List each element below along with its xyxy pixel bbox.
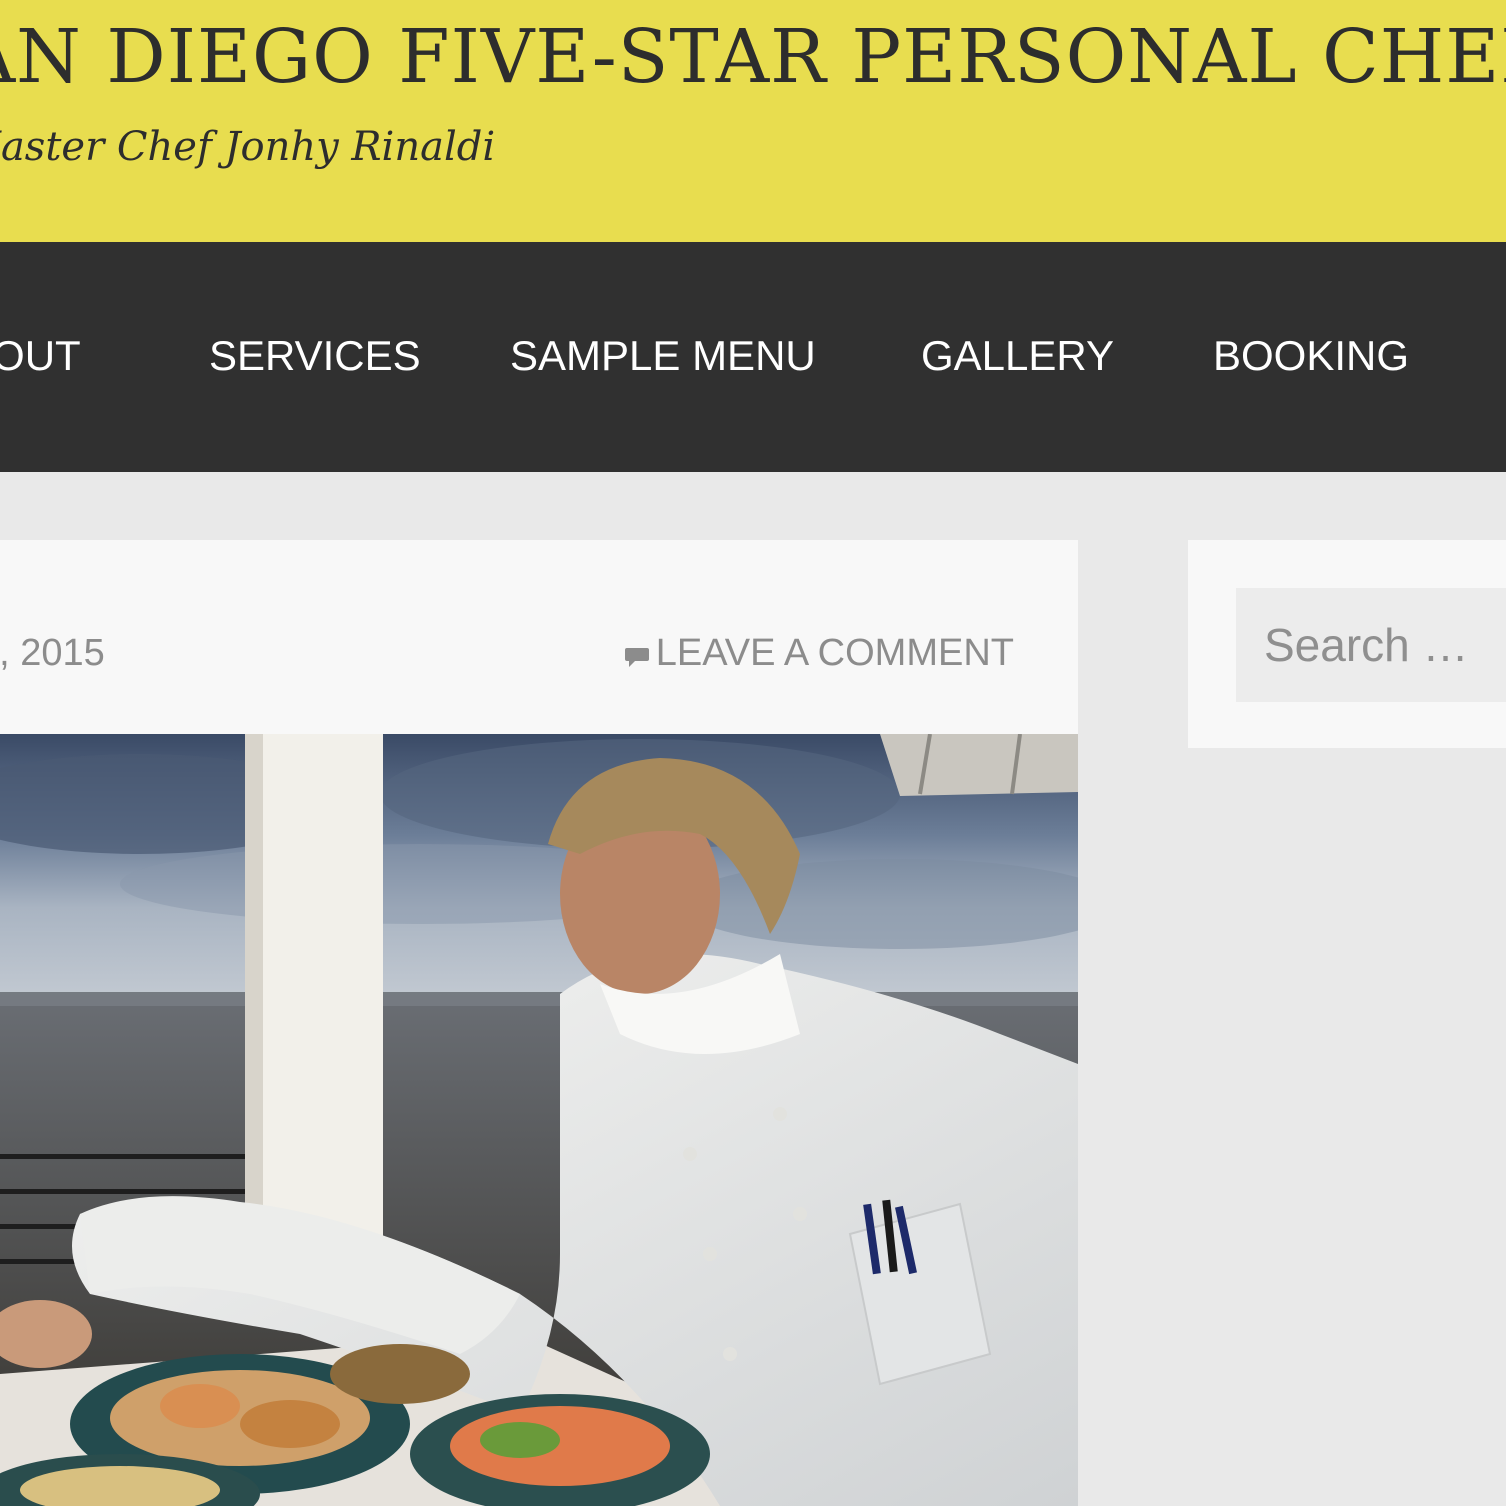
nav-item-booking[interactable]: BOOKING [1213, 332, 1409, 380]
leave-comment-link[interactable]: LEAVE A COMMENT [624, 632, 1014, 675]
post-date[interactable]: 3, 2015 [0, 632, 105, 675]
site-tagline: Master Chef Jonhy Rinaldi [0, 124, 496, 170]
site-title[interactable]: SAN DIEGO FIVE-STAR PERSONAL CHEF [0, 14, 1506, 100]
nav-item-gallery[interactable]: GALLERY [921, 332, 1114, 380]
nav-item-services[interactable]: SERVICES [209, 332, 421, 380]
leave-comment-label: LEAVE A COMMENT [655, 632, 1014, 674]
nav-item-about[interactable]: ABOUT [0, 332, 81, 380]
search-input[interactable] [1236, 588, 1506, 702]
speech-bubble-icon [624, 647, 649, 667]
blog-post: 3, 2015 LEAVE A COMMENT [0, 540, 1078, 1506]
sidebar-search-widget [1188, 540, 1506, 748]
chef-photo [0, 734, 1078, 1506]
site-header: SAN DIEGO FIVE-STAR PERSONAL CHEF Master… [0, 0, 1506, 242]
main-navigation: ABOUT SERVICES SAMPLE MENU GALLERY BOOKI… [0, 242, 1506, 472]
post-featured-image[interactable] [0, 734, 1078, 1506]
nav-item-sample-menu[interactable]: SAMPLE MENU [510, 332, 816, 380]
